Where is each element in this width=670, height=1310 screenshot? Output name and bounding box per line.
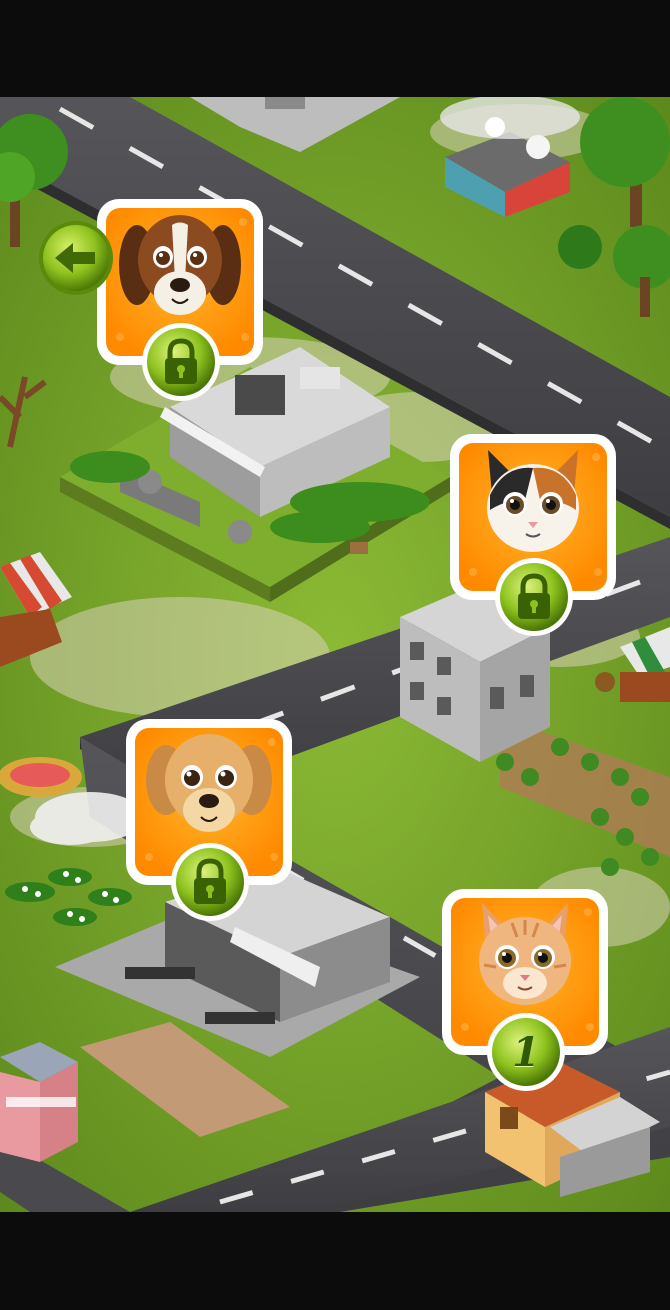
city-level-map: 1	[0, 97, 670, 1212]
level-card-beagle[interactable]	[95, 197, 265, 401]
calico-kitten-icon	[487, 450, 579, 552]
level-card-calico[interactable]	[448, 432, 618, 636]
top-letterbox	[0, 0, 670, 97]
padlock-icon	[495, 558, 573, 636]
padlock-icon	[142, 323, 220, 401]
lock-badge	[141, 322, 221, 402]
ginger-tabby-kitten-icon	[479, 903, 571, 1005]
level-number: 1	[512, 1028, 540, 1076]
lock-badge	[170, 842, 250, 922]
playground	[0, 757, 82, 797]
bottom-letterbox	[0, 1212, 670, 1310]
pink-building	[0, 1042, 78, 1162]
level-card-ginger-tabby[interactable]: 1	[440, 887, 610, 1091]
lock-badge	[494, 557, 574, 637]
level-number-badge: 1	[486, 1012, 566, 1092]
arrow-left-icon	[39, 221, 113, 295]
padlock-icon	[171, 843, 249, 921]
golden-puppy-icon	[146, 734, 272, 832]
beagle-puppy-icon	[119, 215, 241, 315]
level-card-golden-puppy[interactable]	[124, 717, 294, 921]
back-button[interactable]	[37, 219, 115, 297]
